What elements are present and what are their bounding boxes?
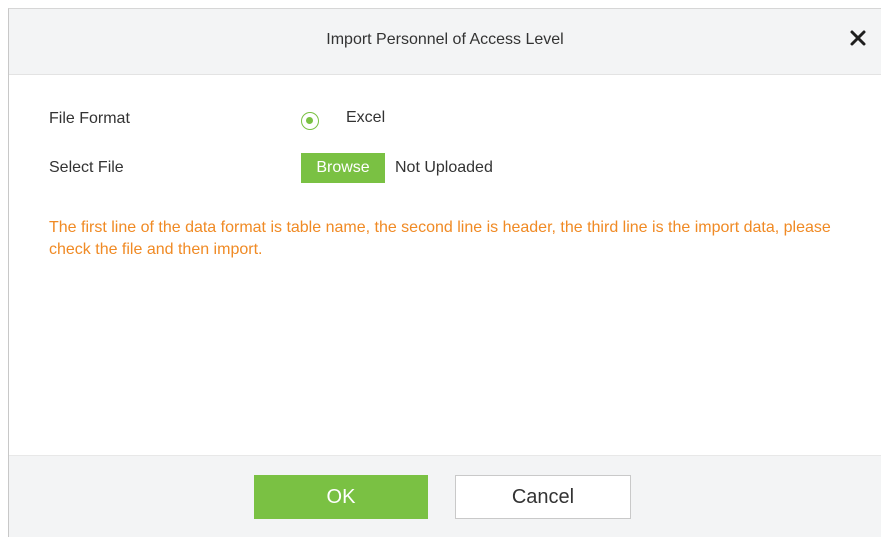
- ok-button[interactable]: OK: [254, 475, 428, 519]
- excel-radio-label[interactable]: Excel: [346, 109, 385, 127]
- import-dialog: Import Personnel of Access Level File Fo…: [8, 8, 881, 537]
- cancel-button[interactable]: Cancel: [455, 475, 631, 519]
- dialog-header: Import Personnel of Access Level: [9, 9, 881, 75]
- file-format-label: File Format: [49, 110, 130, 127]
- import-format-note: The first line of the data format is tab…: [49, 219, 831, 258]
- select-file-label: Select File: [49, 159, 124, 176]
- upload-status: Not Uploaded: [395, 159, 493, 176]
- dialog-title: Import Personnel of Access Level: [326, 31, 564, 48]
- radio-selected-dot: [306, 117, 313, 124]
- dialog-body: File Format Excel Select File Browse Not…: [9, 75, 881, 455]
- excel-radio[interactable]: [301, 112, 319, 130]
- close-icon-glyph: [850, 30, 866, 46]
- browse-button[interactable]: Browse: [301, 153, 385, 183]
- dialog-footer: OK Cancel: [9, 455, 881, 537]
- close-icon[interactable]: [847, 25, 869, 51]
